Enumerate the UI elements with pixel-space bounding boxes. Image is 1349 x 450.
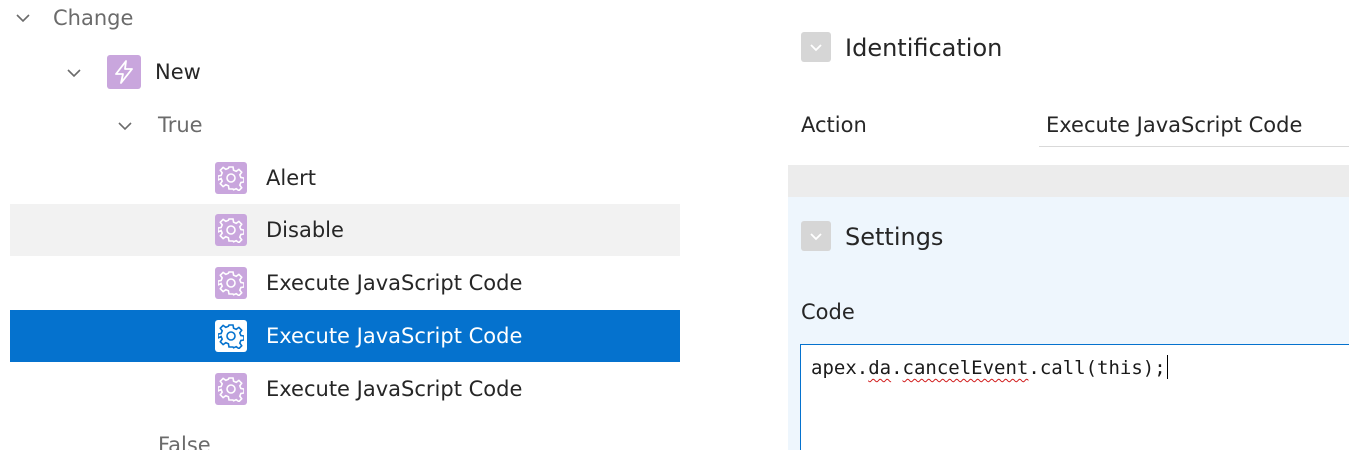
chevron-down-icon[interactable] [14, 9, 32, 27]
collapse-settings-toggle[interactable] [801, 221, 831, 251]
gear-icon [215, 320, 247, 352]
text-caret [1166, 355, 1168, 379]
collapse-identification-toggle[interactable] [801, 32, 831, 62]
tree-node-new[interactable]: New [155, 59, 201, 85]
chevron-down-icon [810, 233, 822, 241]
tree-node-alert[interactable]: Alert [10, 152, 680, 204]
tree-node-execute-js-3[interactable]: Execute JavaScript Code [10, 363, 680, 415]
gear-icon [215, 162, 247, 194]
tree-view: Change New True Alert Disable Execute Ja… [0, 0, 680, 450]
section-title-identification: Identification [845, 34, 1003, 62]
section-divider [788, 165, 1349, 197]
code-text: apex.da.cancelEvent.call(this); [811, 355, 1168, 379]
chevron-down-icon[interactable] [65, 64, 83, 82]
gear-icon [215, 373, 247, 405]
tree-node-change[interactable]: Change [53, 5, 133, 31]
code-editor[interactable]: apex.da.cancelEvent.call(this); [800, 344, 1349, 450]
property-editor: Identification Action Execute JavaScript… [788, 0, 1349, 450]
tree-node-execute-js-1[interactable]: Execute JavaScript Code [10, 257, 680, 309]
section-title-settings: Settings [845, 223, 944, 251]
tree-node-execute-js-2-selected[interactable]: Execute JavaScript Code [10, 310, 680, 362]
lightning-bolt-icon [107, 55, 141, 89]
action-select[interactable]: Execute JavaScript Code [1039, 103, 1349, 147]
gear-icon [215, 267, 247, 299]
action-label: Action [801, 113, 867, 137]
tree-node-true[interactable]: True [158, 112, 203, 138]
tree-node-false-clip: False [0, 430, 680, 450]
code-label: Code [801, 300, 855, 324]
tree-node-false[interactable]: False [158, 432, 211, 450]
chevron-down-icon [810, 44, 822, 52]
tree-node-disable[interactable]: Disable [10, 204, 680, 256]
chevron-down-icon[interactable] [116, 117, 134, 135]
gear-icon [215, 214, 247, 246]
